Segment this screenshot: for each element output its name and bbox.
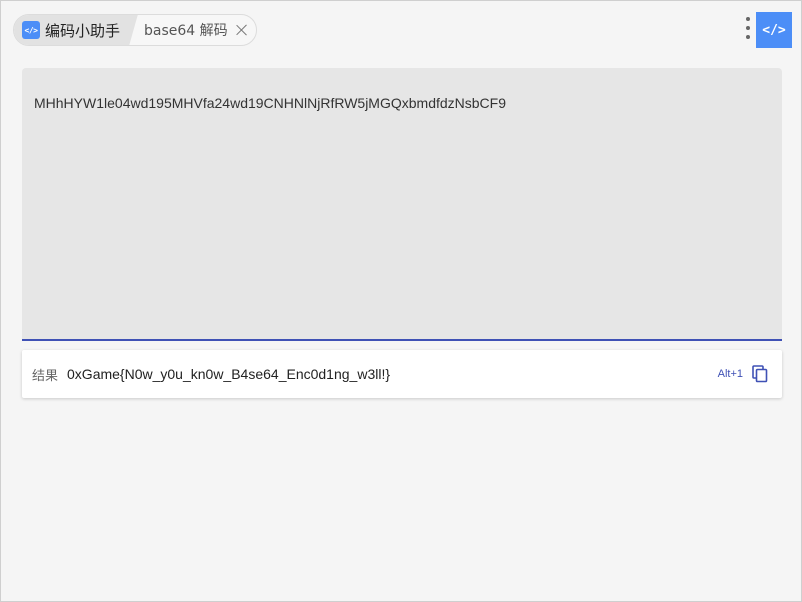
- copy-icon[interactable]: [752, 365, 768, 383]
- tool-name: base64 解码: [144, 23, 228, 39]
- code-icon: </>: [22, 21, 40, 39]
- breadcrumb: </> 编码小助手 base64 解码: [13, 14, 257, 46]
- result-card: 结果 0xGame{N0w_y0u_kn0w_B4se64_Enc0d1ng_w…: [22, 350, 782, 398]
- top-bar: </> 编码小助手 base64 解码 </>: [1, 1, 801, 59]
- result-label: 结果: [32, 368, 59, 384]
- close-icon[interactable]: [236, 24, 248, 36]
- input-area[interactable]: [22, 68, 782, 341]
- app-name: 编码小助手: [45, 21, 121, 40]
- base64-input[interactable]: [34, 95, 770, 325]
- more-vertical-icon[interactable]: [745, 17, 751, 43]
- breadcrumb-app[interactable]: </> 编码小助手: [14, 14, 138, 46]
- code-view-button[interactable]: </>: [756, 12, 792, 48]
- shortcut-hint: Alt+1: [717, 368, 743, 380]
- result-value[interactable]: 0xGame{N0w_y0u_kn0w_B4se64_Enc0d1ng_w3ll…: [67, 366, 390, 382]
- breadcrumb-tool-tab[interactable]: base64 解码: [138, 15, 256, 45]
